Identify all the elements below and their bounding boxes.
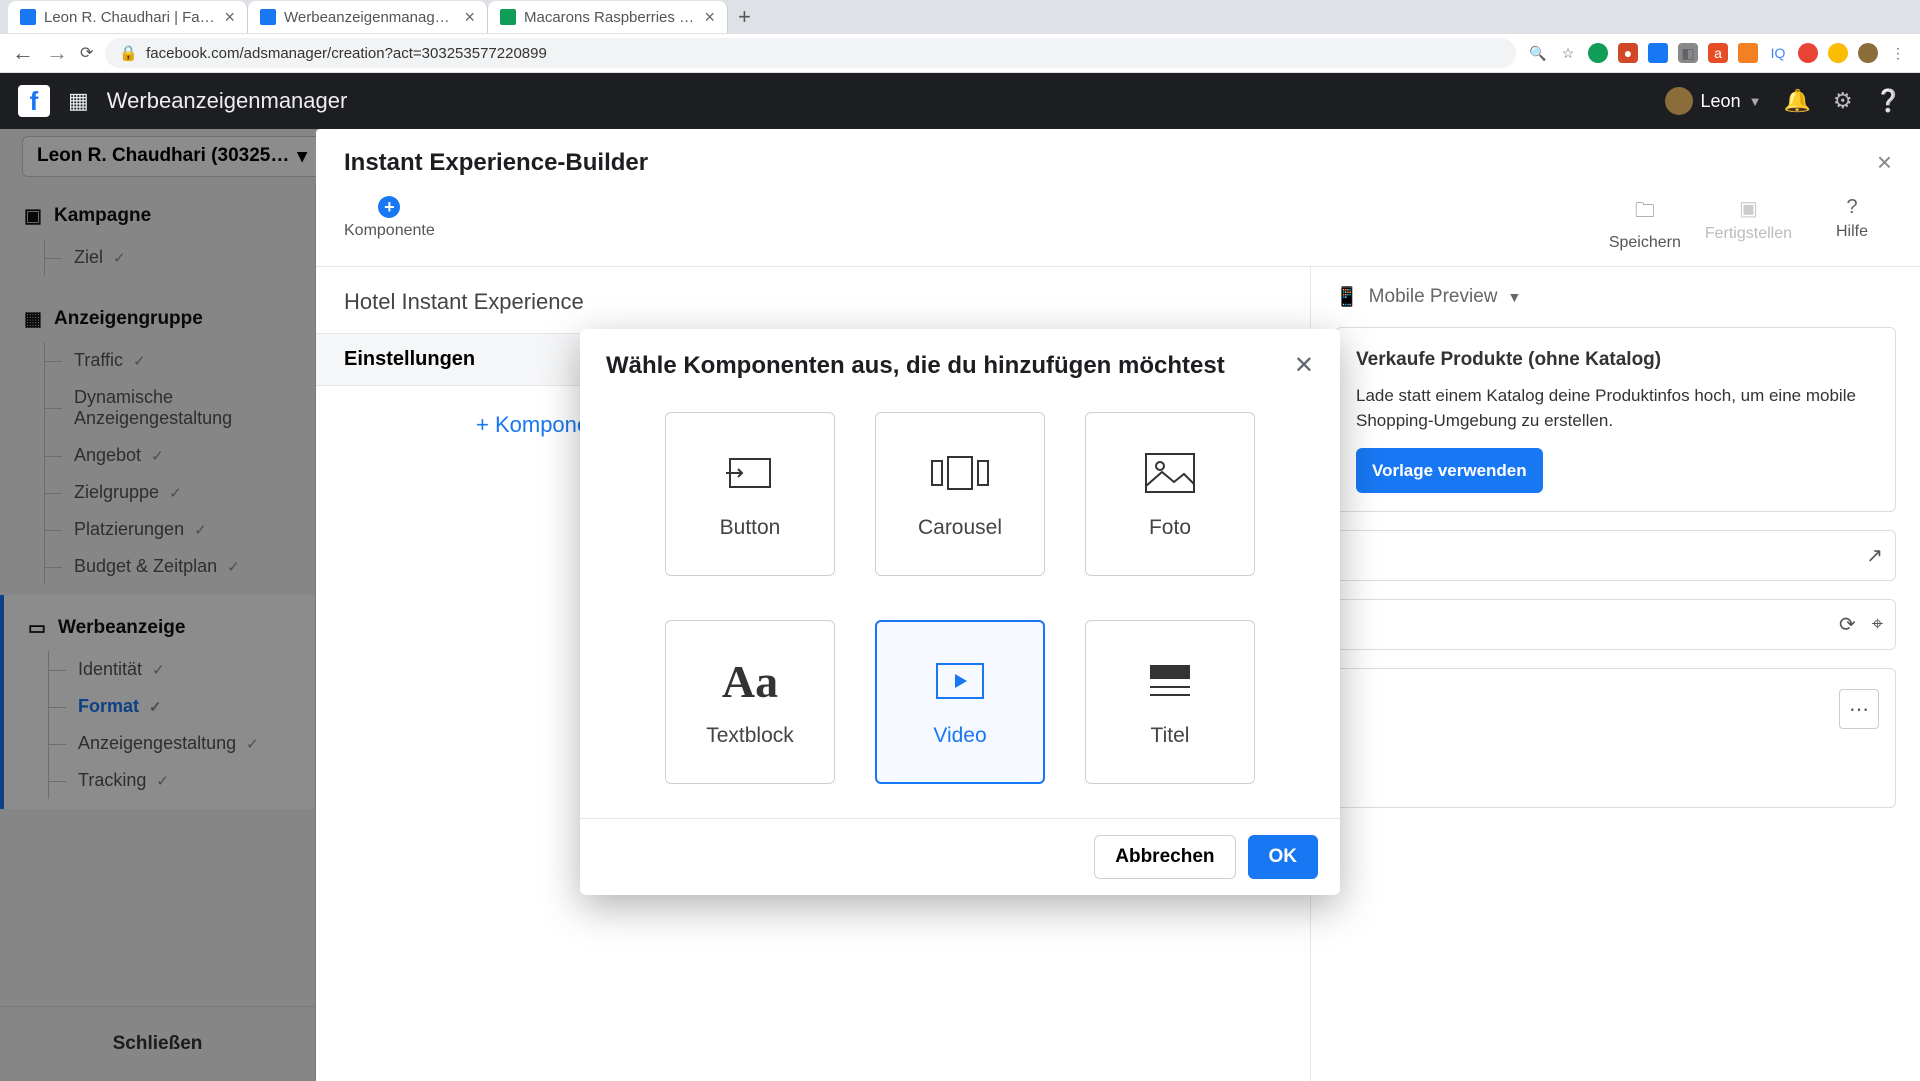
component-foto[interactable]: Foto bbox=[1085, 412, 1255, 576]
photo-icon bbox=[1140, 448, 1200, 498]
menu-icon[interactable]: ⋮ bbox=[1888, 43, 1908, 63]
app-topbar: f ▦ Werbeanzeigenmanager Leon ▼ 🔔 ⚙ ❔ bbox=[0, 73, 1920, 129]
new-tab-button[interactable]: + bbox=[728, 4, 761, 30]
browser-tab-2[interactable]: Werbeanzeigenmanager - Cre × bbox=[248, 1, 488, 33]
zoom-icon[interactable]: 🔍 bbox=[1528, 43, 1548, 63]
button-icon bbox=[720, 448, 780, 498]
help-icon[interactable]: ❔ bbox=[1875, 88, 1902, 114]
cancel-button[interactable]: Abbrechen bbox=[1094, 835, 1235, 879]
page-body: Leon R. Chaudhari (30325… ▾ Zu Quick Cre… bbox=[0, 129, 1920, 1081]
modal-title: Wähle Komponenten aus, die du hinzufügen… bbox=[606, 352, 1294, 380]
ext-icon[interactable] bbox=[1588, 43, 1608, 63]
reload-button[interactable]: ⟳ bbox=[80, 43, 93, 63]
ext-icon[interactable] bbox=[1828, 43, 1848, 63]
lock-icon: 🔒 bbox=[119, 44, 138, 62]
back-button[interactable]: ← bbox=[12, 40, 34, 66]
ext-icon[interactable]: ◧ bbox=[1678, 43, 1698, 63]
browser-chrome: Leon R. Chaudhari | Facebook × Werbeanze… bbox=[0, 0, 1920, 73]
component-button[interactable]: Button bbox=[665, 412, 835, 576]
user-name: Leon bbox=[1701, 91, 1741, 112]
facebook-logo-icon[interactable]: f bbox=[18, 85, 50, 117]
browser-tab-3[interactable]: Macarons Raspberries Pastrie × bbox=[488, 1, 728, 33]
forward-button[interactable]: → bbox=[46, 40, 68, 66]
title-icon bbox=[1140, 656, 1200, 706]
user-menu[interactable]: Leon ▼ bbox=[1665, 87, 1762, 115]
gear-icon[interactable]: ⚙ bbox=[1833, 88, 1853, 114]
app-grid-icon[interactable]: ▦ bbox=[68, 88, 89, 114]
ext-icon[interactable] bbox=[1738, 43, 1758, 63]
component-textblock[interactable]: Aa Textblock bbox=[665, 620, 835, 784]
ext-icon[interactable] bbox=[1648, 43, 1668, 63]
browser-tab-1[interactable]: Leon R. Chaudhari | Facebook × bbox=[8, 1, 248, 33]
favicon-sheets-icon bbox=[500, 9, 516, 25]
bell-icon[interactable]: 🔔 bbox=[1783, 88, 1810, 114]
ext-icon[interactable]: IQ bbox=[1768, 43, 1788, 63]
modal-backdrop: Wähle Komponenten aus, die du hinzufügen… bbox=[0, 129, 1920, 1081]
close-icon[interactable]: × bbox=[704, 7, 715, 28]
favicon-facebook-icon bbox=[260, 9, 276, 25]
component-carousel[interactable]: Carousel bbox=[875, 412, 1045, 576]
chevron-down-icon: ▼ bbox=[1749, 94, 1762, 109]
ext-icon[interactable] bbox=[1798, 43, 1818, 63]
component-picker-modal: Wähle Komponenten aus, die du hinzufügen… bbox=[580, 329, 1340, 895]
star-icon[interactable]: ☆ bbox=[1558, 43, 1578, 63]
address-bar: ← → ⟳ 🔒 facebook.com/adsmanager/creation… bbox=[0, 34, 1920, 72]
url-text: facebook.com/adsmanager/creation?act=303… bbox=[146, 45, 547, 62]
url-field[interactable]: 🔒 facebook.com/adsmanager/creation?act=3… bbox=[105, 38, 1516, 68]
tab-title: Werbeanzeigenmanager - Cre bbox=[284, 9, 456, 26]
favicon-facebook-icon bbox=[20, 9, 36, 25]
component-titel[interactable]: Titel bbox=[1085, 620, 1255, 784]
ext-icon[interactable]: a bbox=[1708, 43, 1728, 63]
video-icon bbox=[930, 656, 990, 706]
close-icon[interactable]: × bbox=[224, 7, 235, 28]
carousel-icon bbox=[930, 448, 990, 498]
tab-title: Leon R. Chaudhari | Facebook bbox=[44, 9, 216, 26]
ok-button[interactable]: OK bbox=[1248, 835, 1319, 879]
close-icon[interactable]: ✕ bbox=[1294, 351, 1314, 380]
avatar-icon bbox=[1665, 87, 1693, 115]
component-video[interactable]: Video bbox=[875, 620, 1045, 784]
tab-strip: Leon R. Chaudhari | Facebook × Werbeanze… bbox=[0, 0, 1920, 34]
tab-title: Macarons Raspberries Pastrie bbox=[524, 9, 696, 26]
extension-icons: 🔍 ☆ ● ◧ a IQ ⋮ bbox=[1528, 43, 1908, 63]
textblock-icon: Aa bbox=[720, 656, 780, 706]
ext-icon[interactable]: ● bbox=[1618, 43, 1638, 63]
close-icon[interactable]: × bbox=[464, 7, 475, 28]
topbar-title: Werbeanzeigenmanager bbox=[107, 88, 1647, 114]
avatar-icon[interactable] bbox=[1858, 43, 1878, 63]
